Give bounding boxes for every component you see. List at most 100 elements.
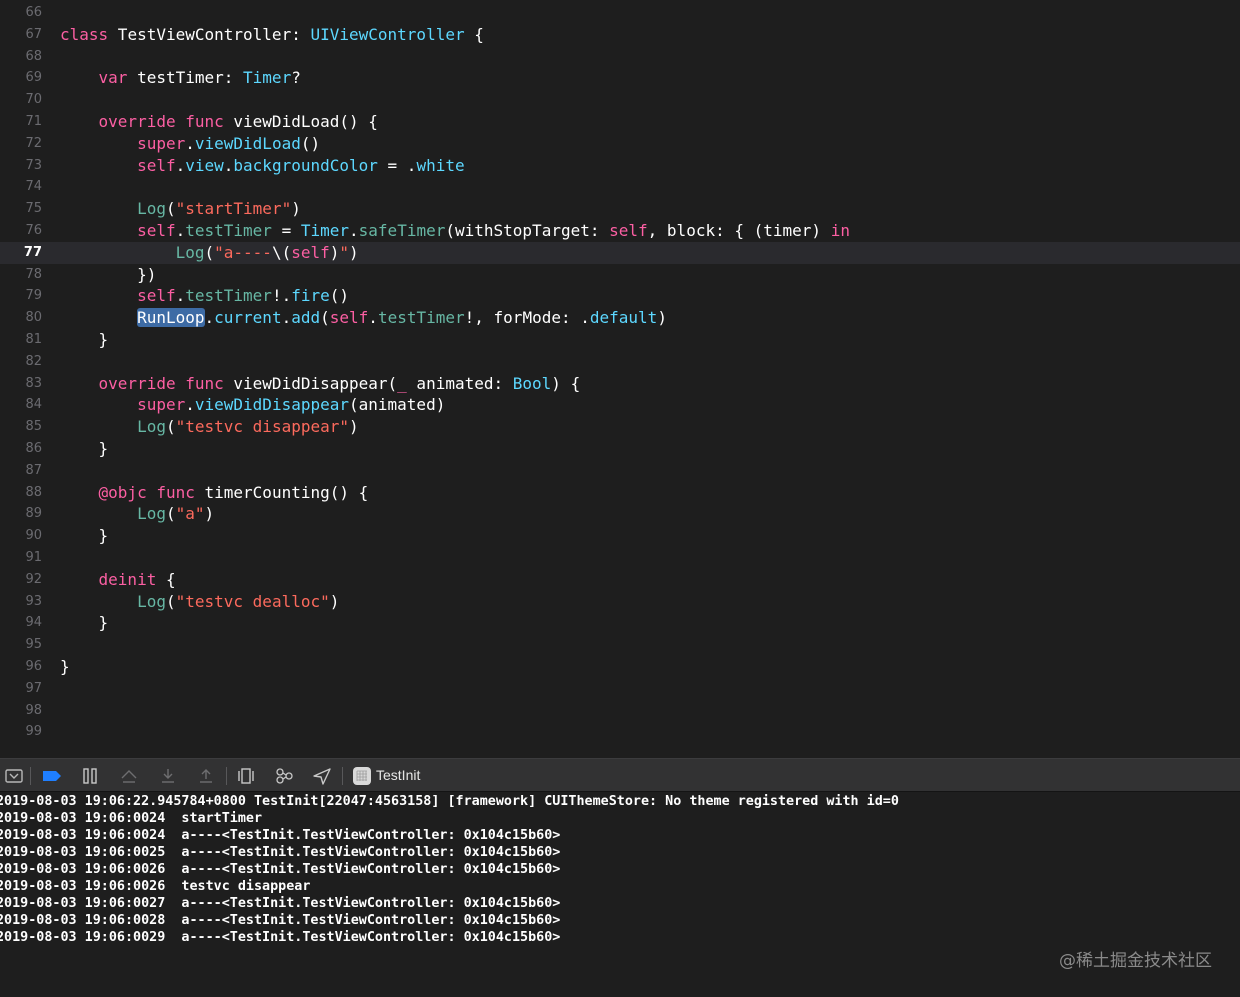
line-number: 96 [25, 659, 42, 674]
console-line: 2019-08-03 19:06:22.945784+0800 TestInit… [0, 794, 899, 809]
code-line[interactable]: 89 Log("a") [0, 503, 1240, 525]
code-token: } [60, 657, 70, 676]
code-line[interactable]: 83 override func viewDidDisappear(_ anim… [0, 373, 1240, 395]
code-token: ( [165, 504, 176, 524]
code-token: ) [349, 242, 359, 262]
step-out-button[interactable] [194, 765, 218, 787]
code-token: Log [137, 504, 166, 524]
code-line[interactable]: 92 deinit { [0, 569, 1240, 591]
code-line[interactable]: 77 Log("a----\(self)") [0, 241, 1240, 264]
code-token: ( [204, 242, 215, 262]
code-text: Log("testvc dealloc") [60, 591, 339, 613]
console-line: 2019-08-03 19:06:0024 a----<TestInit.Tes… [0, 828, 561, 843]
code-line[interactable]: 95 [0, 634, 1240, 656]
code-line[interactable]: 85 Log("testvc disappear") [0, 416, 1240, 438]
code-text: } [60, 525, 109, 547]
code-line[interactable]: 69 var testTimer: Timer? [0, 67, 1240, 89]
memory-graph-button[interactable] [272, 765, 296, 787]
code-line[interactable]: 86 } [0, 438, 1240, 460]
step-into-button[interactable] [156, 765, 180, 787]
code-line[interactable]: 66 [0, 2, 1240, 24]
line-number: 85 [25, 419, 42, 435]
code-line[interactable]: 72 super.viewDidLoad() [0, 133, 1240, 155]
code-line[interactable]: 91 [0, 547, 1240, 569]
code-text: } [60, 438, 109, 460]
code-line[interactable]: 68 [0, 46, 1240, 68]
target-app-button[interactable] [350, 765, 374, 787]
code-token: viewDidLoad() { [223, 112, 378, 131]
code-line[interactable]: 76 self.testTimer = Timer.safeTimer(with… [0, 220, 1240, 242]
code-text: self.view.backgroundColor = .white [60, 155, 465, 177]
code-token: override [98, 112, 176, 131]
code-line[interactable]: 87 [0, 460, 1240, 482]
code-token: . [185, 133, 195, 153]
line-number: 70 [25, 92, 42, 108]
code-line[interactable]: 99 [0, 721, 1240, 743]
code-text: var testTimer: Timer? [60, 67, 301, 89]
console-line: 2019-08-03 19:06:0028 a----<TestInit.Tes… [0, 913, 561, 928]
code-line[interactable]: 75 Log("startTimer") [0, 198, 1240, 220]
code-line[interactable]: 67 class TestViewController: UIViewContro… [0, 24, 1240, 46]
pause-button[interactable] [78, 765, 102, 787]
hide-console-button[interactable] [2, 765, 26, 787]
code-token: viewDidLoad [194, 133, 301, 153]
toolbar-divider [342, 767, 343, 785]
code-token: ) { [551, 373, 581, 393]
code-text: self.testTimer!.fire() [60, 285, 349, 307]
breakpoints-toggle-button[interactable] [40, 765, 64, 787]
code-token: "testvc disappear" [175, 417, 349, 437]
app-icon [353, 767, 371, 785]
code-token: super [137, 395, 186, 415]
toolbar-divider [30, 767, 31, 785]
code-editor[interactable]: 66 67 class TestViewController: UIViewCont… [0, 0, 1240, 757]
code-line[interactable]: 81 } [0, 329, 1240, 351]
view-debugger-button[interactable] [234, 765, 258, 787]
code-token: { [156, 569, 176, 589]
code-token: = [271, 221, 301, 240]
code-text: Log("a") [60, 503, 214, 525]
code-token: in [830, 221, 850, 240]
code-token: testTimer [185, 221, 272, 240]
code-line[interactable]: 93 Log("testvc dealloc") [0, 591, 1240, 613]
code-token: _ [397, 373, 407, 393]
code-line[interactable]: 98 [0, 700, 1240, 722]
code-line[interactable]: 84 super.viewDidDisappear(animated) [0, 394, 1240, 416]
code-token: var [98, 68, 128, 88]
code-token: self [137, 155, 176, 175]
code-line[interactable]: 73 self.view.backgroundColor = .white [0, 155, 1240, 177]
console-output[interactable]: 2019-08-03 19:06:22.945784+0800 TestInit… [0, 792, 1240, 997]
code-token: . [204, 308, 215, 328]
code-text: } [60, 612, 109, 634]
code-line[interactable]: 88 @objc func timerCounting() { [0, 482, 1240, 504]
code-token: = . [377, 155, 417, 175]
code-line[interactable]: 78 }) [0, 264, 1240, 286]
code-line[interactable]: 94 } [0, 612, 1240, 634]
code-token: Log [137, 591, 166, 611]
debug-bar: TestInit [0, 758, 1240, 792]
console-line: 2019-08-03 19:06:0026 a----<TestInit.Tes… [0, 862, 561, 877]
code-text: } [60, 329, 109, 351]
code-line[interactable]: 96} [0, 656, 1240, 678]
code-line[interactable]: 79 self.testTimer!.fire() [0, 285, 1240, 307]
step-over-button[interactable] [117, 765, 141, 787]
code-token: !, forMode: . [464, 308, 590, 328]
code-line[interactable]: 74 [0, 176, 1240, 198]
code-line[interactable]: 90 } [0, 525, 1240, 547]
line-number: 89 [25, 506, 42, 522]
code-token: "a---- [214, 242, 272, 262]
code-line[interactable]: 82 [0, 351, 1240, 373]
code-line[interactable]: 70 [0, 89, 1240, 111]
code-line[interactable]: 80 RunLoop.current.add(self.testTimer!, … [0, 307, 1240, 329]
code-line[interactable]: 97 [0, 678, 1240, 700]
simulate-location-button[interactable] [310, 765, 334, 787]
code-line[interactable]: 71 override func viewDidLoad() { [0, 111, 1240, 133]
